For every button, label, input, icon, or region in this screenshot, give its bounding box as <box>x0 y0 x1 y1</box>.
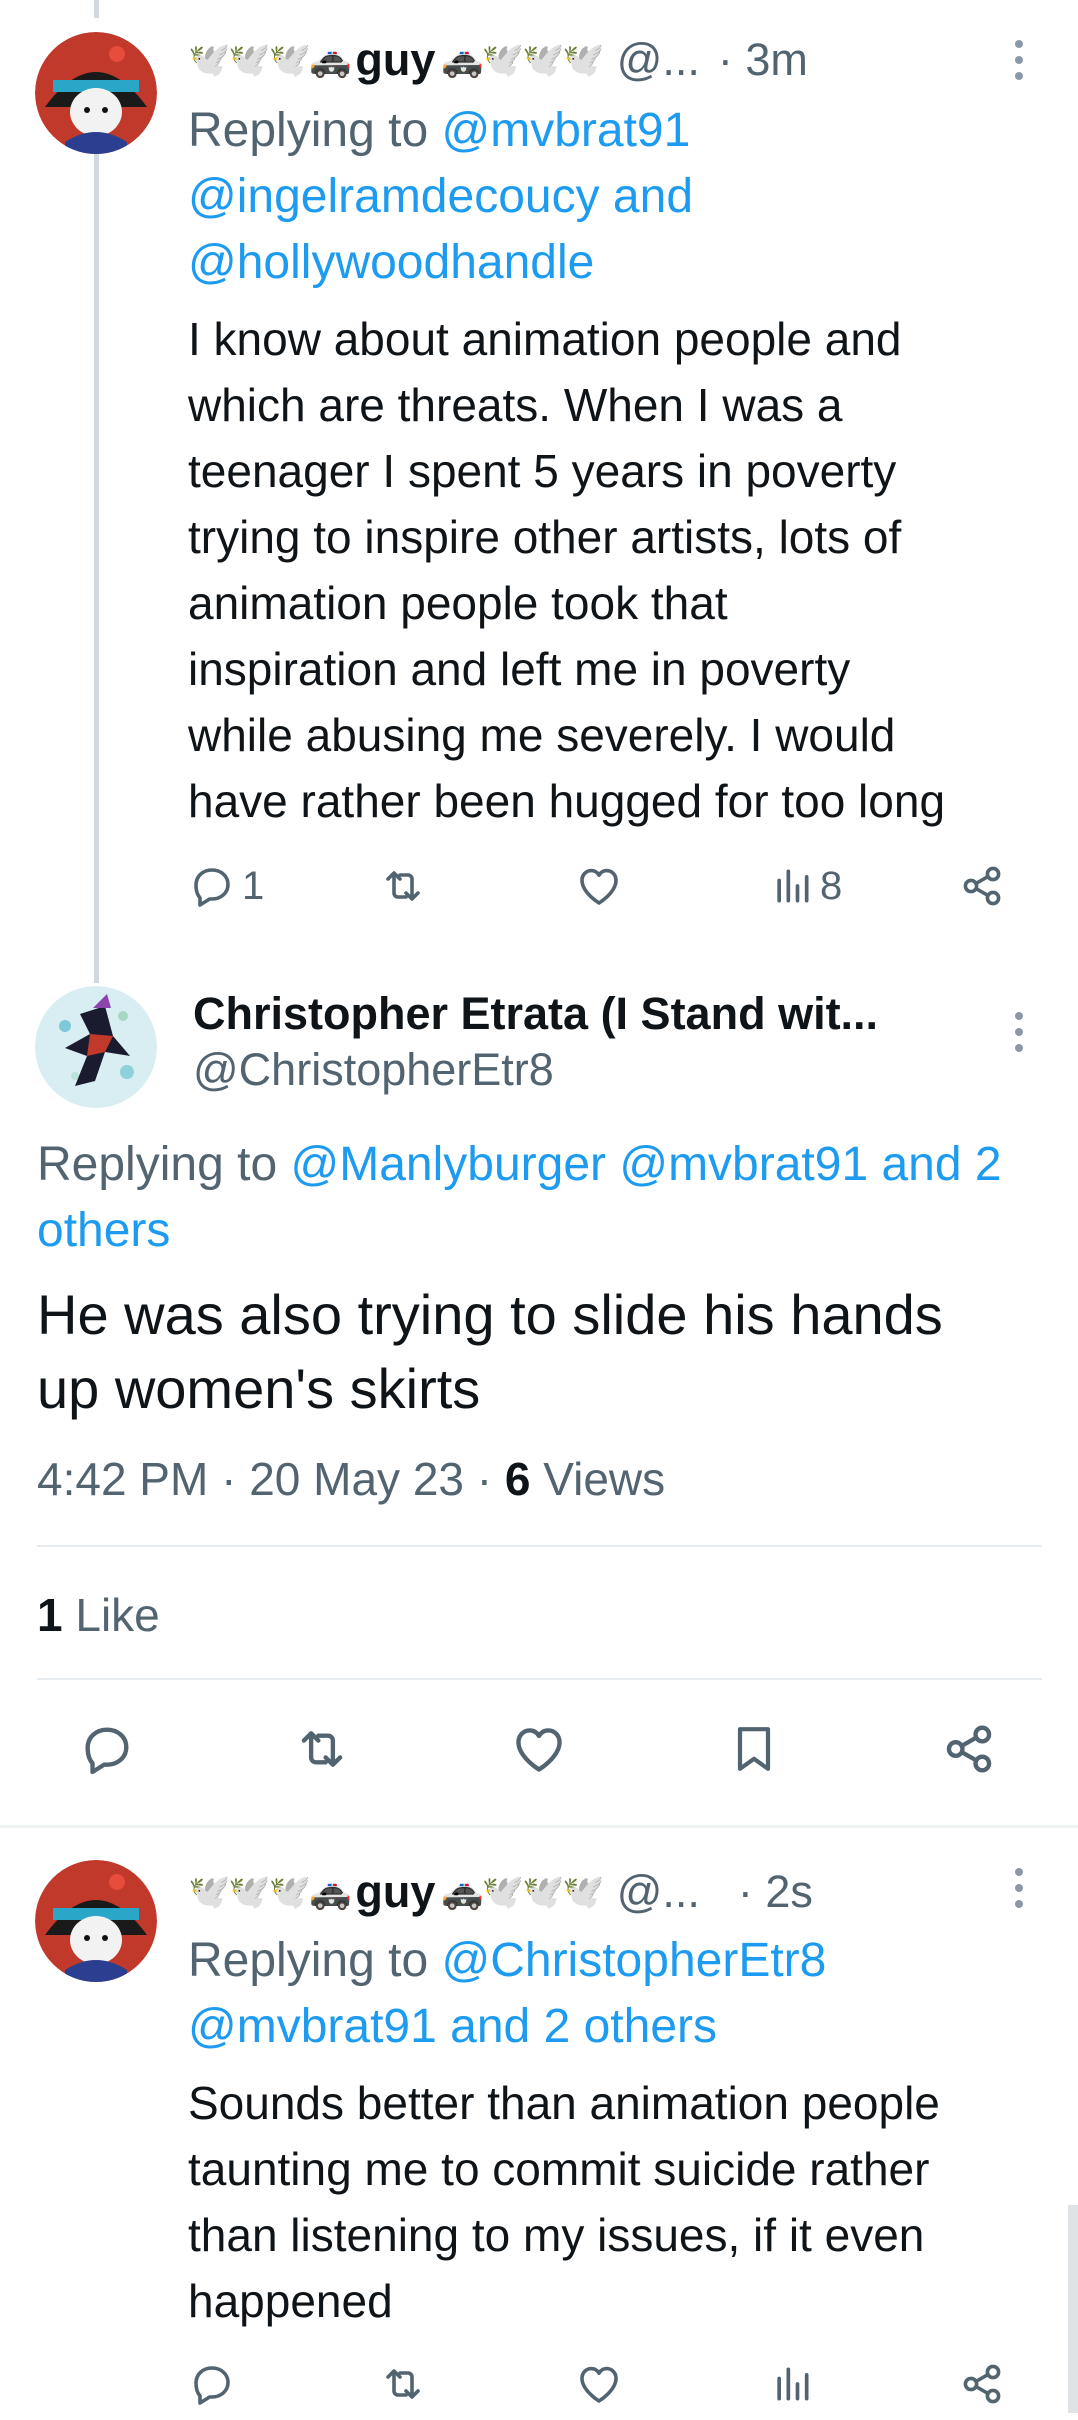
retweet-button[interactable] <box>378 862 428 910</box>
section-divider <box>0 1825 1078 1828</box>
like-button[interactable] <box>509 1720 569 1778</box>
avatar[interactable] <box>35 32 157 154</box>
reply-button[interactable]: 1 <box>188 862 264 910</box>
mention-link[interactable]: @ChristopherEtr8 <box>441 1934 826 1987</box>
replying-to: Replying to @Manlyburger @mvbrat91 and 2… <box>37 1132 1067 1264</box>
tweet-text-line: animation people took that <box>188 577 728 629</box>
divider <box>37 1678 1042 1680</box>
tweet-text-line: taunting me to commit suicide rather <box>188 2143 930 2195</box>
reply-count: 1 <box>242 863 265 908</box>
tweet-text-line: up women's skirts <box>37 1357 481 1420</box>
heart-icon <box>516 1728 562 1772</box>
reply-button[interactable] <box>78 1720 136 1778</box>
tweet-actions: 1 8 <box>0 862 1078 922</box>
more-icon[interactable] <box>1015 40 1023 88</box>
display-name-suffix: 🚓🕊️🕊️🕊️ <box>441 1872 604 1912</box>
like-button[interactable] <box>574 2360 624 2408</box>
display-name-main: guy <box>355 1866 436 1917</box>
views-icon <box>777 869 809 903</box>
likes-count: 1 <box>37 1589 63 1641</box>
tweet-text-line: Sounds better than animation people <box>188 2077 940 2129</box>
main-tweet-actions <box>0 1720 1078 1780</box>
mention-link[interactable]: others <box>37 1198 1067 1264</box>
display-name-main: guy <box>355 34 436 85</box>
reply-icon <box>194 868 230 907</box>
views-button[interactable]: 8 <box>770 862 842 910</box>
tweet-text-line: He was also trying to slide his hands <box>37 1283 943 1346</box>
tweet-text-line: while abusing me severely. I would <box>188 709 896 761</box>
tweet-text: He was also trying to slide his hands up… <box>37 1278 1067 1426</box>
share-icon <box>963 2364 1001 2404</box>
timestamp[interactable]: · 3m <box>718 34 808 86</box>
tweet-text-line: than listening to my issues, if it even <box>188 2209 925 2261</box>
tweet-timestamp: 4:42 PM · 20 May 23 · 6 Views <box>37 1452 665 1506</box>
replying-to: Replying to @ChristopherEtr8 @mvbrat91 a… <box>188 1928 1068 2060</box>
share-icon <box>963 866 1001 906</box>
views-icon <box>777 2367 809 2401</box>
scrollbar[interactable] <box>1068 2205 1078 2413</box>
divider <box>37 1545 1042 1547</box>
replying-to-label: Replying to <box>188 1934 429 1987</box>
replying-to-label: Replying to <box>37 1138 278 1191</box>
retweet-icon <box>301 1731 343 1767</box>
display-name-prefix: 🕊️🕊️🕊️🚓 <box>188 40 351 80</box>
tweet-actions <box>0 2360 1078 2420</box>
heart-icon <box>580 2366 618 2403</box>
reply-icon <box>194 2366 230 2405</box>
tweet-text-line: I know about animation people and <box>188 313 902 365</box>
retweet-button[interactable] <box>378 2360 428 2408</box>
views-count: 6 <box>504 1453 531 1505</box>
more-icon[interactable] <box>1015 1012 1023 1060</box>
reply-button[interactable] <box>188 2360 236 2408</box>
tweet-text-line: have rather been hugged for too long <box>188 775 946 827</box>
bookmark-icon <box>737 1727 771 1771</box>
tweet-text-line: which are threats. When I was a <box>188 379 843 431</box>
display-name[interactable]: 🕊️🕊️🕊️🚓 guy 🚓🕊️🕊️🕊️ @... · 3m <box>188 30 808 90</box>
views-label: Views <box>530 1453 666 1505</box>
avatar[interactable] <box>35 1860 157 1982</box>
mention-link[interactable]: @ingelramdecoucy and <box>188 164 1048 230</box>
share-button[interactable] <box>958 862 1006 910</box>
tweet-text-line: happened <box>188 2275 393 2327</box>
display-name-prefix: 🕊️🕊️🕊️🚓 <box>188 1872 351 1912</box>
tweet-text-line: inspiration and left me in poverty <box>188 643 851 695</box>
avatar[interactable] <box>35 986 157 1108</box>
tweet-text: Sounds better than animation people taun… <box>188 2070 1068 2334</box>
timestamp-text[interactable]: 4:42 PM · 20 May 23 · <box>37 1453 505 1505</box>
tweet-text-line: trying to inspire other artists, lots of <box>188 511 902 563</box>
bookmark-button[interactable] <box>726 1720 782 1778</box>
reply-icon <box>85 1727 129 1775</box>
thread-line <box>94 148 99 983</box>
replying-to: Replying to @mvbrat91 @ingelramdecoucy a… <box>188 98 1048 296</box>
mention-link[interactable]: @mvbrat91 and 2 others <box>188 1994 1068 2060</box>
tweet-text: I know about animation people and which … <box>188 306 1068 834</box>
share-icon <box>946 1725 992 1773</box>
display-name-suffix: 🚓🕊️🕊️🕊️ <box>441 40 604 80</box>
timestamp[interactable]: · 2s <box>738 1866 813 1918</box>
more-icon[interactable] <box>1015 1868 1023 1916</box>
replying-to-label: Replying to <box>188 104 429 157</box>
author-name[interactable]: Christopher Etrata (I Stand wit... <box>193 988 878 1040</box>
handle[interactable]: @... <box>617 34 700 86</box>
view-count: 8 <box>820 863 843 908</box>
retweet-button[interactable] <box>292 1720 352 1778</box>
tweet-text-line: teenager I spent 5 years in poverty <box>188 445 897 497</box>
mention-link[interactable]: @Manlyburger @mvbrat91 and 2 <box>290 1138 1001 1191</box>
handle[interactable]: @... <box>617 1866 700 1918</box>
display-name[interactable]: 🕊️🕊️🕊️🚓 guy 🚓🕊️🕊️🕊️ @... · 2s <box>188 1862 813 1922</box>
share-button[interactable] <box>958 2360 1006 2408</box>
author-handle[interactable]: @ChristopherEtr8 <box>193 1044 554 1096</box>
heart-icon <box>580 868 618 905</box>
share-button[interactable] <box>940 1720 998 1778</box>
thread-line-top <box>94 0 99 18</box>
retweet-icon <box>386 871 420 901</box>
views-button[interactable] <box>770 2360 814 2408</box>
likes-label: Like <box>62 1589 160 1641</box>
like-button[interactable] <box>574 862 624 910</box>
likes-summary[interactable]: 1 Like <box>37 1588 160 1642</box>
mention-link[interactable]: @hollywoodhandle <box>188 230 1048 296</box>
mention-link[interactable]: @mvbrat91 <box>441 104 690 157</box>
retweet-icon <box>386 2369 420 2399</box>
